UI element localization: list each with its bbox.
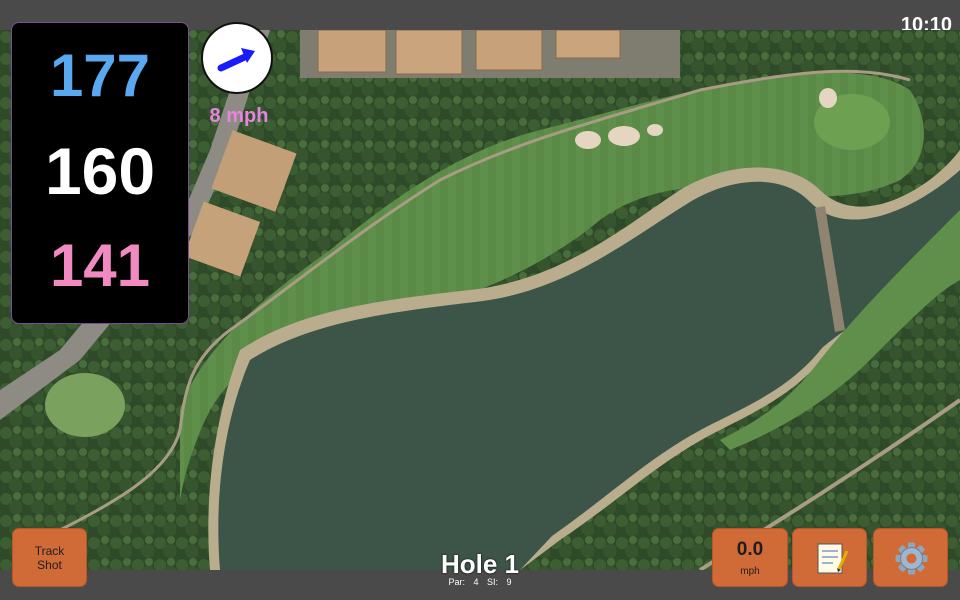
back-yardage: 177 [49,42,151,109]
house-roof [395,30,463,75]
settings-button[interactable] [873,528,948,587]
wind-indicator [201,22,273,94]
hole-info: Par: 4 SI: 9 [380,577,580,587]
bunker [575,131,601,149]
hole-par: Par: 4 [448,577,479,587]
speed-value: 0.0 [736,539,764,560]
wind-arrow-icon [217,48,255,72]
bunker [608,126,640,146]
track-shot-label-line1: Track [34,543,65,558]
speed-unit: mph [740,566,760,577]
bunker [647,124,663,136]
house-roof [555,30,621,59]
notepad-icon [817,543,849,574]
speed-button[interactable]: 0.0 mph [712,528,788,587]
hole-stroke-index: SI: 9 [487,577,512,587]
middle-yardage: 160 [44,134,156,208]
tee-box [45,373,125,437]
gear-icon [895,542,928,575]
notes-button[interactable] [792,528,867,587]
hole-title: Hole 1 [440,549,520,579]
track-shot-button[interactable]: Track Shot [12,528,87,587]
track-shot-label-line2: Shot [37,557,62,572]
house-roof [475,30,543,71]
wind-speed: 8 mph [209,105,269,127]
yardage-panel: 177 160 141 [11,22,189,324]
front-yardage: 141 [49,232,151,299]
bunker [819,88,837,108]
house-roof [317,30,387,73]
